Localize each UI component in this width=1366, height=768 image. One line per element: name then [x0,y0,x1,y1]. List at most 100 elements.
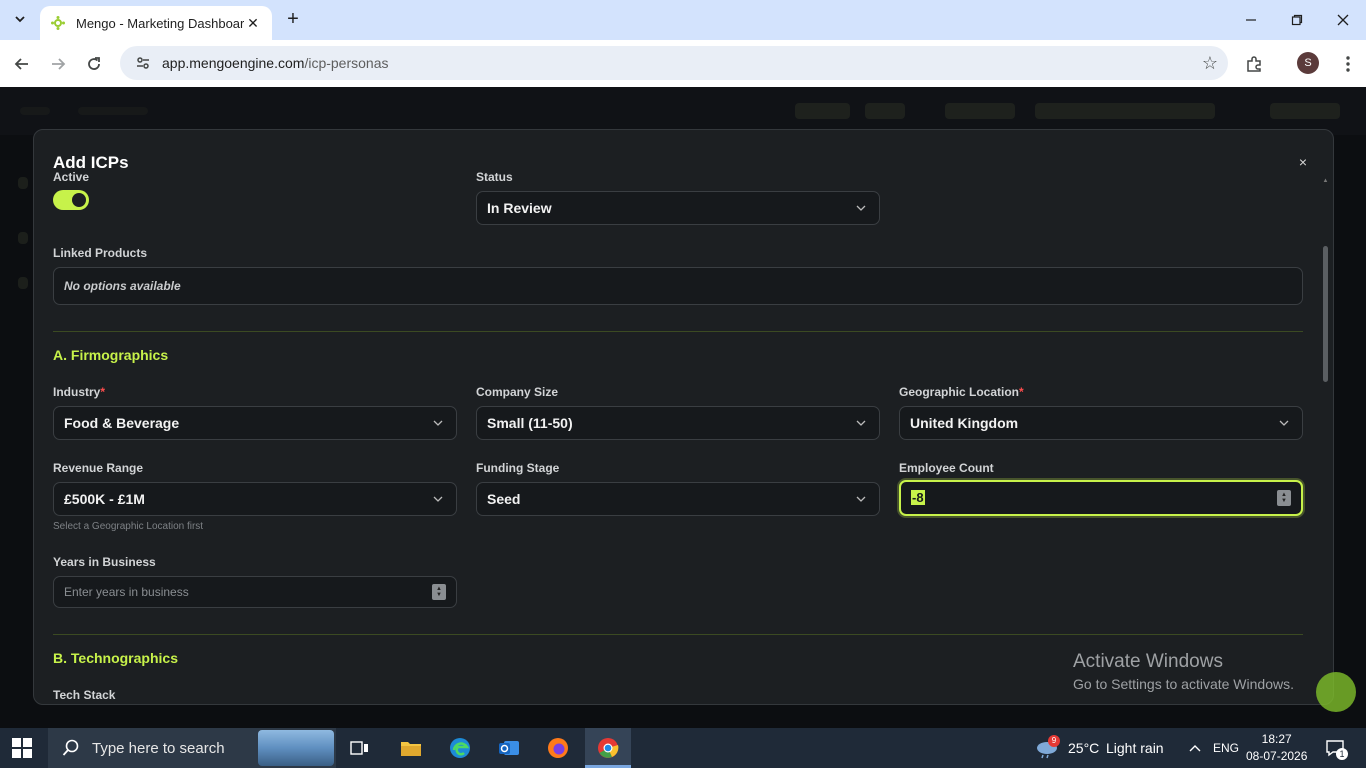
revenue-range-label: Revenue Range [53,461,144,475]
browser-tabbar: Mengo - Marketing Dashboard ✕ + [0,0,1366,40]
funding-stage-select[interactable]: Seed [476,482,880,516]
years-in-business-label: Years in Business [53,555,156,569]
tab-close-icon[interactable]: ✕ [244,15,262,32]
chevron-down-icon [1276,420,1292,426]
tab-search-button[interactable] [8,7,32,31]
kebab-menu-icon [1346,56,1350,72]
browser-tab-active[interactable]: Mengo - Marketing Dashboard ✕ [40,6,272,40]
browser-toolbar: app.mengoengine.com/icp-personas ☆ S [0,40,1366,87]
toggle-knob [72,193,86,207]
restore-icon [1291,14,1303,26]
back-button[interactable] [8,50,36,78]
geo-location-label: Geographic Location* [899,385,1024,399]
chevron-down-icon [15,16,25,23]
status-label: Status [476,170,513,184]
chevron-down-icon [853,420,869,426]
minimize-button[interactable] [1228,0,1274,40]
language-indicator[interactable]: ENG [1213,741,1239,755]
floating-action-button[interactable] [1316,672,1356,712]
revenue-range-select[interactable]: £500K - £1M [53,482,457,516]
app-header-dimmed [0,87,1366,135]
section-divider [53,331,1303,332]
years-in-business-input[interactable]: Enter years in business ▲ ▼ [53,576,457,608]
number-spinner-icon[interactable]: ▲ ▼ [432,584,446,600]
company-size-label: Company Size [476,385,559,399]
number-spinner-icon[interactable]: ▲ ▼ [1277,490,1291,506]
minimize-icon [1246,19,1256,21]
industry-select[interactable]: Food & Beverage [53,406,457,440]
notification-count: 1 [1336,748,1348,760]
bookmark-star-icon[interactable]: ☆ [1202,53,1218,74]
employee-count-input[interactable]: -8 ▲ ▼ [899,480,1303,516]
address-bar[interactable]: app.mengoengine.com/icp-personas ☆ [120,46,1228,80]
status-select[interactable]: In Review [476,191,880,225]
tech-stack-label: Tech Stack [53,688,116,702]
extensions-button[interactable] [1240,50,1268,78]
modal-scroll-content[interactable]: Active Status In Review Linked Products … [53,170,1305,704]
chevron-down-icon [430,420,446,426]
section-divider [53,634,1303,635]
revenue-helper-text: Select a Geographic Location first [53,521,204,532]
chevron-down-icon [430,496,446,502]
chevron-down-icon [853,205,869,211]
firmographics-heading: A. Firmographics [53,347,169,363]
taskbar-clock[interactable]: 18:27 08-07-2026 [1246,731,1307,765]
chevron-down-icon [853,496,869,502]
company-size-value: Small (11-50) [487,415,573,431]
new-tab-button[interactable]: + [282,9,304,31]
weather-badge: 9 [1048,735,1060,747]
chrome-icon[interactable] [593,734,623,762]
technographics-heading: B. Technographics [53,650,178,666]
close-window-button[interactable] [1320,0,1366,40]
chevron-up-icon[interactable] [1180,734,1210,762]
tab-title: Mengo - Marketing Dashboard [76,15,244,31]
employee-count-value: -8 [911,490,925,505]
reload-icon [88,57,100,70]
forward-button[interactable] [44,50,72,78]
geo-location-select[interactable]: United Kingdom [899,406,1303,440]
firefox-icon[interactable] [543,734,573,762]
industry-value: Food & Beverage [64,415,180,431]
restore-button[interactable] [1274,0,1320,40]
status-value: In Review [487,200,552,216]
industry-label: Industry* [53,385,106,399]
taskbar-search-placeholder: Type here to search [92,739,225,757]
years-placeholder: Enter years in business [64,585,189,599]
taskbar-search-box[interactable]: Type here to search [48,728,336,768]
funding-stage-label: Funding Stage [476,461,560,475]
company-size-select[interactable]: Small (11-50) [476,406,880,440]
active-toggle[interactable] [53,190,89,210]
task-view-icon[interactable] [345,734,375,762]
close-icon [1337,14,1349,26]
reload-button[interactable] [80,50,108,78]
arrow-left-icon [14,58,28,70]
linked-products-label: Linked Products [53,246,148,260]
clock-time: 18:27 [1261,732,1292,746]
url-text: app.mengoengine.com/icp-personas [162,55,389,71]
profile-avatar[interactable]: S [1297,52,1319,74]
scroll-up-arrow-icon[interactable]: ▲ [1322,178,1329,184]
clock-date: 08-07-2026 [1246,749,1308,763]
windows-start-icon[interactable] [12,738,34,758]
activate-windows-title: Activate Windows [1073,651,1223,672]
site-info-icon[interactable] [134,54,152,72]
search-highlight-image [258,730,334,766]
mengo-favicon-icon [50,15,66,31]
funding-stage-value: Seed [487,491,521,507]
file-explorer-icon[interactable] [396,734,426,762]
add-icps-modal: Add ICPs × Active Status In Review Linke… [33,129,1334,705]
edge-browser-icon[interactable] [445,734,475,762]
outlook-icon[interactable] [494,734,524,762]
linked-products-select[interactable]: No options available [53,267,1303,305]
weather-temperature: 25°C [1068,740,1100,756]
modal-close-button[interactable]: × [1299,154,1307,170]
weather-description: Light rain [1106,740,1164,756]
active-label: Active [53,170,90,184]
arrow-right-icon [52,58,66,70]
search-icon [62,739,79,756]
browser-menu-button[interactable] [1334,50,1362,78]
modal-scrollbar-thumb[interactable] [1323,246,1328,382]
puzzle-icon [1247,56,1261,72]
employee-count-label: Employee Count [899,461,994,475]
windows-taskbar: Type here to search 9 25°C Light rain EN… [0,728,1366,768]
